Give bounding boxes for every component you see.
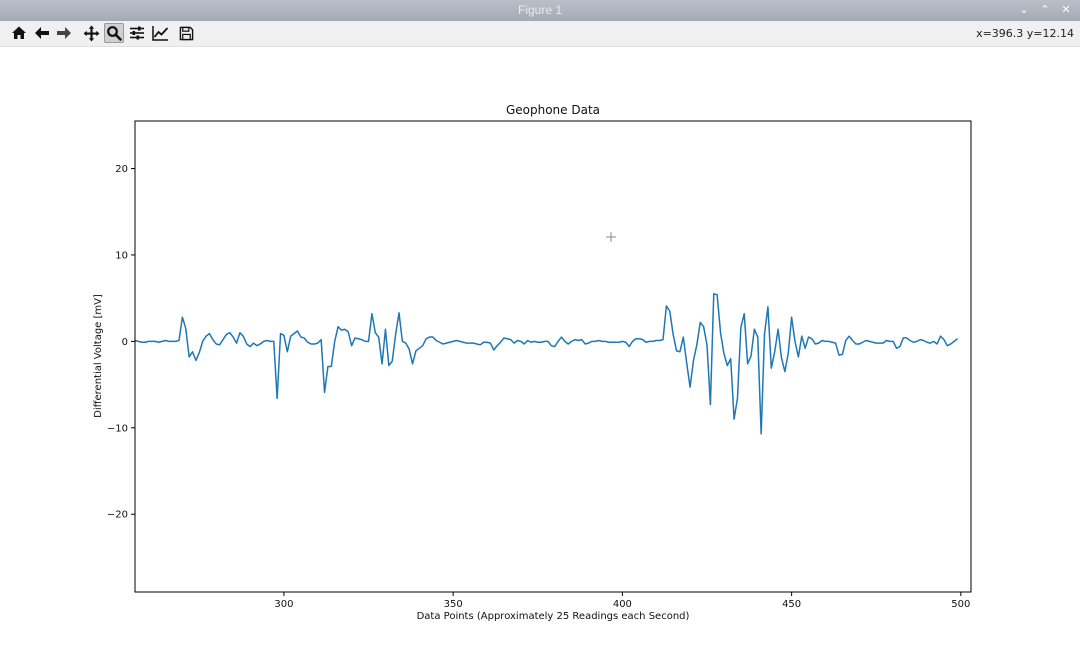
y-tick-label: −20 (107, 510, 128, 521)
chevron-up-icon[interactable]: ⌃ (1037, 2, 1053, 18)
y-tick-label: 0 (122, 337, 128, 348)
home-icon (12, 26, 26, 39)
sliders-icon (130, 26, 144, 40)
x-tick-label: 300 (274, 599, 293, 610)
x-tick-label: 500 (951, 599, 970, 610)
forward-button[interactable] (54, 23, 74, 43)
close-icon[interactable]: ✕ (1058, 2, 1074, 18)
home-button[interactable] (9, 23, 29, 43)
subplots-button[interactable] (127, 23, 147, 43)
x-tick-label: 450 (782, 599, 801, 610)
back-button[interactable] (32, 23, 52, 43)
cursor-coordinates: x=396.3 y=12.14 (976, 27, 1074, 40)
x-axis-label: Data Points (Approximately 25 Readings e… (417, 611, 690, 622)
chevron-down-icon[interactable]: ⌄ (1016, 2, 1032, 18)
window-title: Figure 1 (517, 3, 563, 17)
crosshair-cursor-icon (606, 232, 616, 242)
move-icon (83, 25, 99, 41)
x-tick-label: 400 (613, 599, 632, 610)
window-titlebar: Figure 1 ⌄ ⌃ ✕ (0, 0, 1080, 21)
zoom-button[interactable] (104, 23, 124, 43)
y-tick-label: −10 (107, 423, 128, 434)
series-line-0 (134, 293, 958, 435)
y-tick-label: 10 (115, 250, 128, 261)
y-axis-label: Differential Voltage [mV] (93, 294, 104, 418)
y-tick-label: 20 (115, 164, 128, 175)
save-button[interactable] (176, 23, 196, 43)
line-chart-icon (151, 26, 168, 41)
plot-frame (134, 120, 972, 593)
floppy-disk-icon (179, 26, 193, 40)
chart-title: Geophone Data (506, 103, 600, 117)
arrow-left-icon (35, 27, 49, 39)
toolbar: x=396.3 y=12.14 (0, 21, 1080, 47)
edit-axes-button[interactable] (150, 23, 170, 43)
magnifier-icon (107, 26, 122, 41)
chart[interactable]: Geophone Data 300 350 400 450 500 20 10 0 −10 −2… (0, 46, 1080, 660)
pan-button[interactable] (81, 23, 101, 43)
arrow-right-icon (57, 27, 71, 39)
x-tick-label: 350 (444, 599, 463, 610)
